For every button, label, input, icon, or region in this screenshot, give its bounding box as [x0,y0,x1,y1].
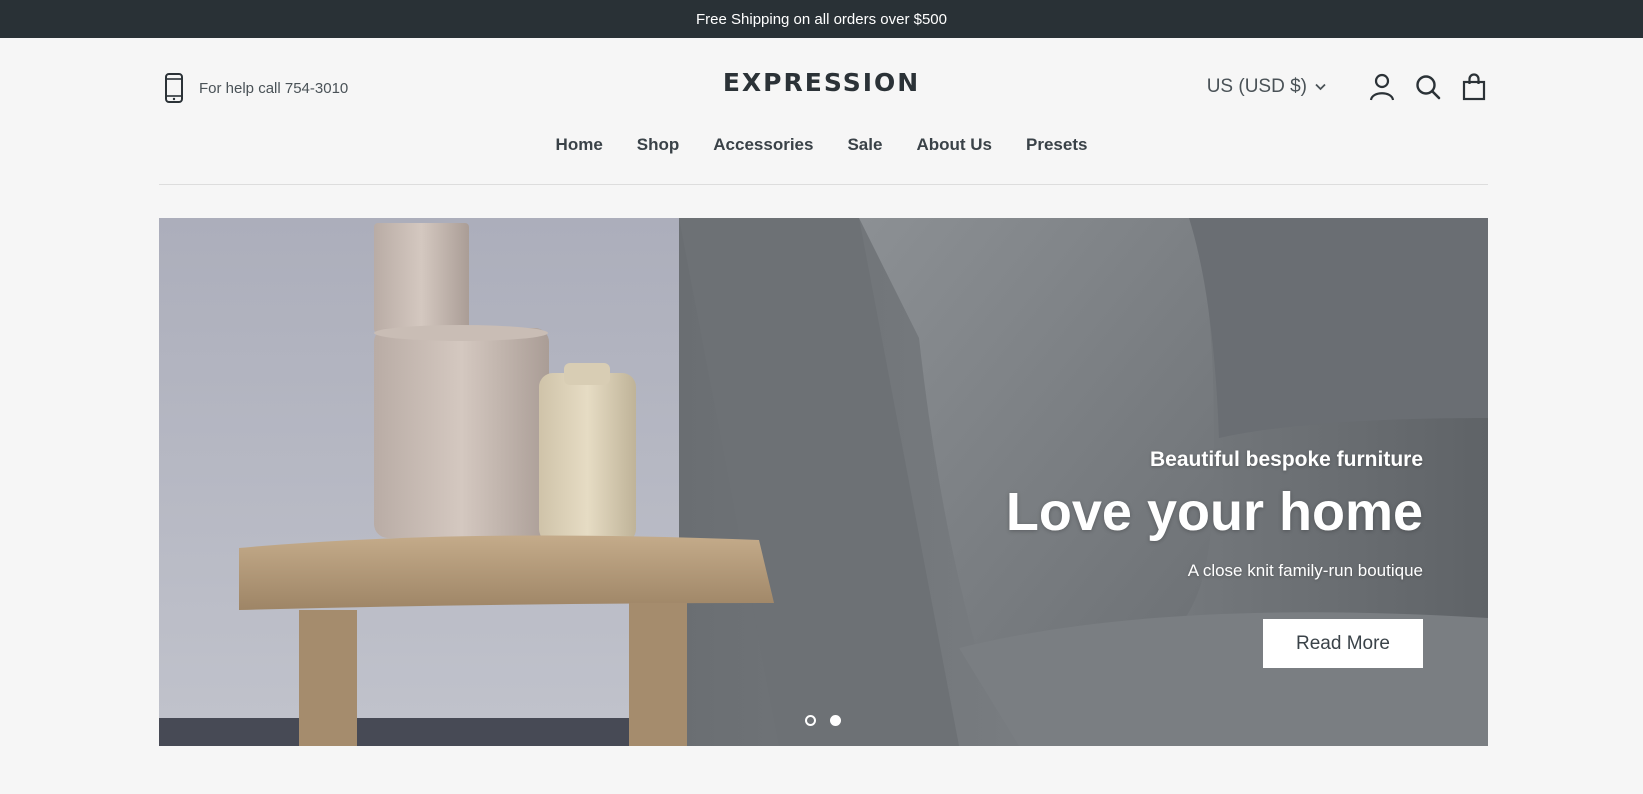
nav-item-about-us[interactable]: About Us [916,135,992,155]
hero-title: Love your home [1005,482,1423,542]
hero-kicker: Beautiful bespoke furniture [1149,448,1423,471]
phone-icon [163,72,185,104]
announcement-bar: Free Shipping on all orders over $500 [0,0,1643,38]
currency-label: US (USD $) [1206,76,1307,97]
hero-slideshow: Beautiful bespoke furniture Love your ho… [159,218,1488,746]
hero-caption: Beautiful bespoke furniture Love your ho… [1006,448,1423,668]
nav-item-shop[interactable]: Shop [637,135,680,155]
account-icon[interactable] [1368,72,1396,102]
site-header: For help call 754-3010 EXPRESSION US (US… [0,38,1643,188]
announcement-text: Free Shipping on all orders over $500 [696,10,947,28]
main-nav: Home Shop Accessories Sale About Us Pres… [0,135,1643,155]
nav-item-home[interactable]: Home [556,135,603,155]
help-text: For help call 754-3010 [199,79,349,97]
slideshow-dots [805,715,841,726]
search-icon[interactable] [1414,72,1442,102]
nav-item-accessories[interactable]: Accessories [713,135,813,155]
hero-subtitle: A close knit family-run boutique [1187,560,1423,580]
slide-dot-2[interactable] [830,715,841,726]
cart-icon[interactable] [1460,72,1488,102]
slide-dot-1[interactable] [805,715,816,726]
header-divider [159,184,1488,185]
help-contact: For help call 754-3010 [163,72,348,104]
nav-item-presets[interactable]: Presets [1026,135,1087,155]
read-more-button[interactable]: Read More [1263,618,1423,668]
header-actions: US (USD $) [1207,70,1488,104]
logo-text[interactable]: EXPRESSION [723,68,920,97]
nav-item-sale[interactable]: Sale [847,135,882,155]
chevron-down-icon [1315,83,1326,91]
currency-selector[interactable]: US (USD $) [1207,76,1326,98]
